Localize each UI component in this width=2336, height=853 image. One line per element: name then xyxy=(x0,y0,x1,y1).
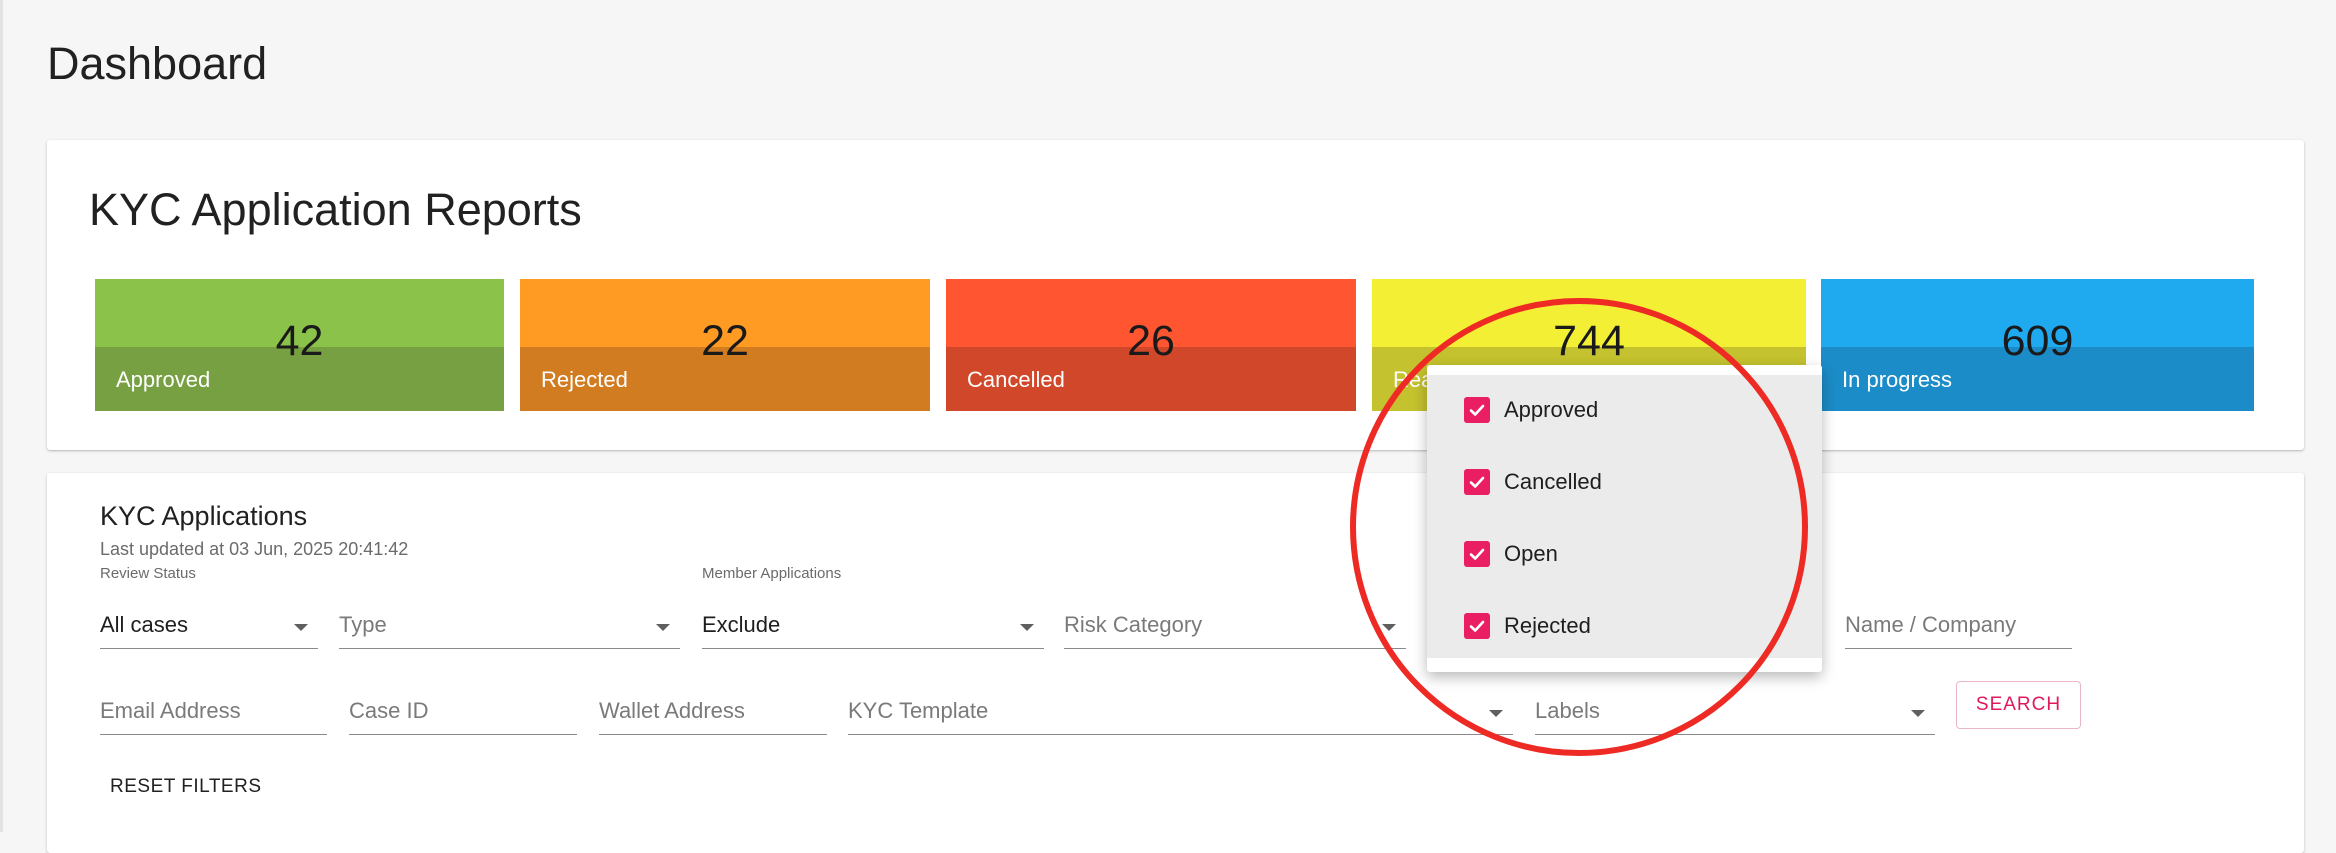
status-filter-menu: Approved Cancelled Open Rejected xyxy=(1427,365,1822,672)
review-status-select[interactable]: Review Status All cases xyxy=(100,565,318,649)
applications-title: KYC Applications xyxy=(100,501,308,531)
name-company-placeholder: Name / Company xyxy=(1845,612,2017,637)
search-button[interactable]: SEARCH xyxy=(1956,681,2081,729)
case-id-input[interactable]: Case ID xyxy=(349,684,577,735)
left-border xyxy=(0,0,3,832)
tile-in-progress[interactable]: 609 In progress xyxy=(1821,279,2254,411)
labels-placeholder: Labels xyxy=(1535,698,1600,723)
tile-label: Cancelled xyxy=(967,367,1065,392)
email-address-input[interactable]: Email Address xyxy=(100,684,327,735)
risk-category-select[interactable]: Risk Category xyxy=(1064,598,1406,649)
tile-count: 22 xyxy=(701,317,749,365)
member-applications-label: Member Applications xyxy=(702,565,842,582)
reset-filters-button[interactable]: RESET FILTERS xyxy=(110,776,262,798)
wallet-address-placeholder: Wallet Address xyxy=(599,698,745,723)
name-company-input[interactable]: Name / Company xyxy=(1845,598,2072,649)
member-applications-value: Exclude xyxy=(702,612,781,637)
menu-item-open[interactable]: Open xyxy=(1427,519,1822,591)
checkbox-checked-icon[interactable] xyxy=(1464,541,1490,567)
chevron-down-icon xyxy=(1382,624,1396,631)
tile-count: 26 xyxy=(1127,317,1175,365)
page-title: Dashboard xyxy=(47,38,268,89)
menu-item-label: Open xyxy=(1504,541,1558,566)
case-id-placeholder: Case ID xyxy=(349,698,429,723)
tile-label: In progress xyxy=(1842,367,1953,392)
checkbox-checked-icon[interactable] xyxy=(1464,397,1490,423)
checkbox-checked-icon[interactable] xyxy=(1464,469,1490,495)
reports-card: KYC Application Reports 42 Approved 22 R… xyxy=(47,140,2304,450)
type-placeholder: Type xyxy=(339,612,387,637)
applications-card: KYC Applications Last updated at 03 Jun,… xyxy=(47,473,2304,853)
tile-rejected[interactable]: 22 Rejected xyxy=(520,279,930,411)
risk-category-placeholder: Risk Category xyxy=(1064,612,1203,637)
last-updated-text: Last updated at 03 Jun, 2025 20:41:42 xyxy=(100,539,409,559)
kyc-template-placeholder: KYC Template xyxy=(848,698,989,723)
chevron-down-icon xyxy=(1911,710,1925,717)
checkbox-checked-icon[interactable] xyxy=(1464,613,1490,639)
tile-cancelled[interactable]: 26 Cancelled xyxy=(946,279,1356,411)
menu-item-label: Approved xyxy=(1504,397,1599,422)
tile-count: 744 xyxy=(1553,317,1625,365)
tile-label: Approved xyxy=(116,367,211,392)
review-status-label: Review Status xyxy=(100,565,196,582)
chevron-down-icon xyxy=(1489,710,1503,717)
chevron-down-icon xyxy=(1020,624,1034,631)
kyc-template-select[interactable]: KYC Template xyxy=(848,684,1513,735)
menu-item-rejected[interactable]: Rejected xyxy=(1427,591,1822,663)
tile-approved[interactable]: 42 Approved xyxy=(95,279,504,411)
review-status-value: All cases xyxy=(100,612,189,637)
reports-title: KYC Application Reports xyxy=(89,184,582,235)
menu-item-approved[interactable]: Approved xyxy=(1427,375,1822,447)
tile-label: Rejected xyxy=(541,367,628,392)
tile-count: 609 xyxy=(2001,317,2074,365)
wallet-address-input[interactable]: Wallet Address xyxy=(599,684,827,735)
type-select[interactable]: Type xyxy=(339,598,680,649)
email-address-placeholder: Email Address xyxy=(100,698,241,723)
labels-select[interactable]: Labels xyxy=(1535,684,1935,735)
menu-item-cancelled[interactable]: Cancelled xyxy=(1427,447,1822,519)
menu-list: Approved Cancelled Open Rejected xyxy=(1427,375,1822,658)
chevron-down-icon xyxy=(656,624,670,631)
chevron-down-icon xyxy=(294,624,308,631)
member-applications-select[interactable]: Member Applications Exclude xyxy=(702,565,1044,649)
tile-count: 42 xyxy=(275,317,324,365)
menu-item-label: Cancelled xyxy=(1504,469,1602,494)
menu-item-label: Rejected xyxy=(1504,613,1591,638)
